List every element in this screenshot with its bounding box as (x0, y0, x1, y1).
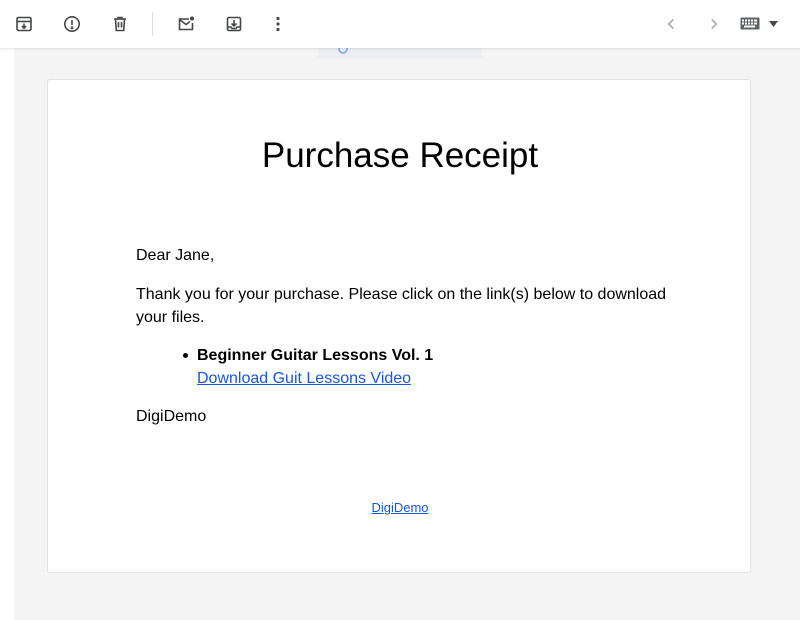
loading-strip (318, 44, 482, 58)
delete-button[interactable] (104, 8, 136, 40)
move-to-button[interactable] (218, 8, 250, 40)
greeting-text: Dear Jane, (136, 247, 215, 264)
intro-text: Thank you for your purchase. Please clic… (136, 286, 667, 326)
chevron-left-icon (667, 18, 674, 30)
move-to-icon (226, 16, 242, 32)
input-tools-button[interactable] (740, 12, 786, 36)
mark-unread-button[interactable] (170, 8, 202, 40)
delete-icon (114, 16, 126, 32)
email-toolbar (0, 0, 800, 48)
report-spam-button[interactable] (56, 8, 88, 40)
mark-unread-icon (178, 16, 194, 31)
report-spam-icon (64, 16, 80, 32)
bullet-icon (183, 353, 188, 358)
toolbar-divider (152, 12, 153, 36)
purchased-items-list: Beginner Guitar Lessons Vol. 1 Download … (183, 344, 663, 390)
chevron-right-icon (711, 18, 718, 30)
keyboard-icon (740, 17, 760, 30)
footer: DigiDemo (0, 500, 800, 515)
arrow-drop-down-icon (769, 21, 778, 27)
more-vert-icon (276, 16, 280, 32)
download-link[interactable]: Download Guit Lessons Video (197, 367, 663, 390)
newer-email-button[interactable] (655, 8, 687, 40)
archive-button[interactable] (8, 8, 40, 40)
item-name: Beginner Guitar Lessons Vol. 1 (197, 347, 434, 364)
archive-icon (16, 16, 32, 32)
receipt-title: Purchase Receipt (261, 136, 539, 175)
footer-link[interactable]: DigiDemo (371, 500, 428, 515)
more-options-button[interactable] (262, 8, 294, 40)
older-email-button[interactable] (698, 8, 730, 40)
signoff-text: DigiDemo (136, 408, 207, 425)
list-item: Beginner Guitar Lessons Vol. 1 Download … (183, 344, 663, 390)
